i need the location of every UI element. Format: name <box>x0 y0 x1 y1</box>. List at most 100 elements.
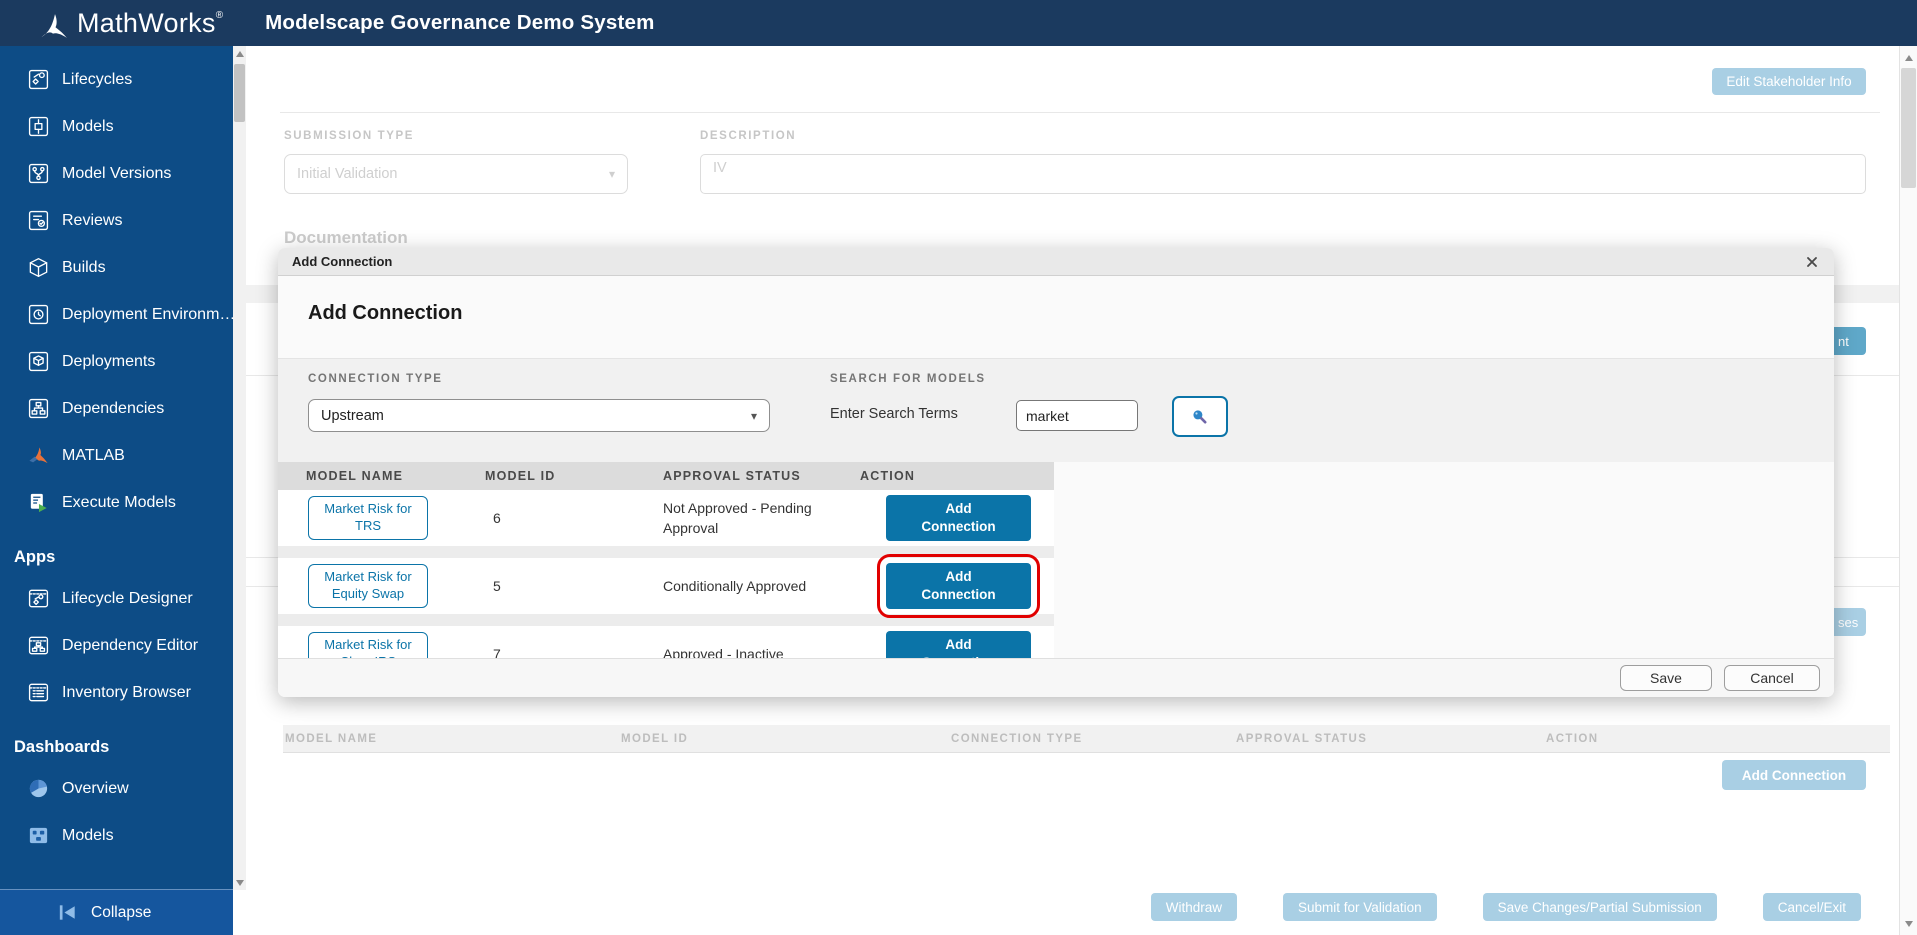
column-header-action: ACTION <box>1546 733 1890 745</box>
model-versions-icon <box>27 162 50 185</box>
releases-button-fragment[interactable]: ses <box>1834 608 1866 636</box>
model-name-button[interactable]: Market Risk for Equity Swap <box>308 564 428 608</box>
sidebar-item-label: Models <box>62 827 114 845</box>
sidebar-item-label: Models <box>62 118 114 136</box>
column-header-model-id: MODEL ID <box>485 469 663 483</box>
add-connection-button[interactable]: Add Connection <box>886 563 1031 609</box>
column-header-action: ACTION <box>860 469 1082 483</box>
sidebar-section-apps: Apps <box>0 526 233 575</box>
sidebar-item-builds[interactable]: Builds <box>0 244 233 291</box>
sidebar-item-lifecycle-designer[interactable]: Lifecycle Designer <box>0 575 233 622</box>
add-connection-dialog: Add Connection Add Connection CONNECTION… <box>278 248 1834 697</box>
sidebar-scrollbar[interactable] <box>233 46 246 890</box>
dialog-title: Add Connection <box>292 254 392 269</box>
sidebar-item-model-versions[interactable]: Model Versions <box>0 150 233 197</box>
submission-type-label: SUBMISSION TYPE <box>284 130 414 142</box>
sidebar-section-dashboards: Dashboards <box>0 716 233 765</box>
sidebar-item-dependency-editor[interactable]: Dependency Editor <box>0 622 233 669</box>
reviews-icon <box>27 209 50 232</box>
builds-icon <box>27 256 50 279</box>
overview-dashboard-icon <box>27 777 50 800</box>
submission-type-value: Initial Validation <box>297 166 398 182</box>
submission-type-select[interactable]: Initial Validation ▾ <box>284 154 628 194</box>
screen: MathWorks ® Modelscape Governance Demo S… <box>0 0 1917 935</box>
approval-status-cell: Not Approved - Pending Approval <box>663 498 845 539</box>
sidebar-item-dependencies[interactable]: Dependencies <box>0 385 233 432</box>
dialog-body: Add Connection CONNECTION TYPE Upstream … <box>278 276 1834 697</box>
column-header-model-name: MODEL NAME <box>306 469 485 483</box>
deployments-icon <box>27 350 50 373</box>
sidebar-item-overview[interactable]: Overview <box>0 765 233 812</box>
connection-type-select[interactable]: Upstream ▾ <box>308 399 770 432</box>
sidebar-item-label: Dependencies <box>62 400 164 418</box>
column-header-connection-type: CONNECTION TYPE <box>951 733 1236 745</box>
sidebar-item-label: Reviews <box>62 212 122 230</box>
search-input[interactable] <box>1016 400 1138 431</box>
content-scrollbar[interactable] <box>1899 46 1917 935</box>
sidebar-item-matlab[interactable]: MATLAB <box>0 432 233 479</box>
sidebar-item-label: Builds <box>62 259 106 277</box>
scroll-up-icon[interactable] <box>233 46 246 61</box>
scroll-up-icon[interactable] <box>1900 50 1917 65</box>
cancel-exit-button[interactable]: Cancel/Exit <box>1763 893 1861 921</box>
sidebar-item-label: MATLAB <box>62 447 125 465</box>
table-row-market-risk-for-trs: Market Risk for TRS6Not Approved - Pendi… <box>278 490 1054 546</box>
sidebar-item-label: Dependency Editor <box>62 637 198 655</box>
sidebar-item-lifecycles[interactable]: Lifecycles <box>0 56 233 103</box>
scroll-down-icon[interactable] <box>1900 916 1917 931</box>
description-field[interactable]: IV <box>700 154 1866 194</box>
table-row-market-risk-for-equity-swap: Market Risk for Equity Swap5Conditionall… <box>278 558 1054 614</box>
model-name-button[interactable]: Market Risk for TRS <box>308 496 428 540</box>
deployment-environments-icon <box>27 303 50 326</box>
page-title: Modelscape Governance Demo System <box>265 11 654 35</box>
scroll-down-icon[interactable] <box>233 875 246 890</box>
sidebar-item-label: Deployments <box>62 353 155 371</box>
sidebar-item-models[interactable]: Models <box>0 103 233 150</box>
submit-for-validation-button[interactable]: Submit for Validation <box>1283 893 1437 921</box>
documentation-heading: Documentation <box>284 228 408 248</box>
sidebar-item-execute-models[interactable]: Execute Models <box>0 479 233 526</box>
approval-status-cell: Conditionally Approved <box>663 576 845 596</box>
lifecycle-designer-icon <box>27 587 50 610</box>
sidebar-item-label: Deployment Environm… <box>62 306 235 324</box>
sidebar: Lifecycles Models Model Versions Reviews Bui… <box>0 46 233 935</box>
matlab-icon <box>27 444 50 467</box>
registered-mark: ® <box>216 10 223 21</box>
add-connection-button-disabled[interactable]: Add Connection <box>1722 760 1866 790</box>
sidebar-item-deployment-environm[interactable]: Deployment Environm… <box>0 291 233 338</box>
sidebar-scrollbar-thumb[interactable] <box>234 64 245 122</box>
sidebar-nav: Lifecycles Models Model Versions Reviews Bui… <box>0 46 233 859</box>
column-header-approval-status: APPROVAL STATUS <box>1236 733 1546 745</box>
lifecycles-icon <box>27 68 50 91</box>
add-connection-button[interactable]: Add Connection <box>886 495 1031 541</box>
dialog-titlebar[interactable]: Add Connection <box>278 248 1834 276</box>
edit-stakeholder-info-button[interactable]: Edit Stakeholder Info <box>1712 68 1866 95</box>
cancel-button[interactable]: Cancel <box>1724 665 1820 691</box>
save-button[interactable]: Save <box>1620 665 1712 691</box>
close-icon[interactable] <box>1804 254 1820 270</box>
dialog-footer: Save Cancel <box>278 658 1834 697</box>
membrane-logo-icon <box>37 8 71 38</box>
sidebar-item-inventory-browser[interactable]: Inventory Browser <box>0 669 233 716</box>
search-button[interactable] <box>1172 396 1228 437</box>
document-button-fragment[interactable]: nt <box>1834 327 1866 355</box>
page-footer-actions: Withdraw Submit for Validation Save Change… <box>1151 893 1861 921</box>
chevron-down-icon: ▾ <box>609 167 615 181</box>
dependency-editor-icon <box>27 634 50 657</box>
mathworks-logo[interactable]: MathWorks ® <box>37 8 223 39</box>
description-value: IV <box>713 160 727 176</box>
section-divider <box>280 112 1880 113</box>
save-changes-partial-submission-button[interactable]: Save Changes/Partial Submission <box>1483 893 1717 921</box>
sidebar-collapse-button[interactable]: Collapse <box>0 889 233 935</box>
sidebar-item-label: Execute Models <box>62 494 176 512</box>
sidebar-item-models[interactable]: Models <box>0 812 233 859</box>
collapse-label: Collapse <box>91 904 151 922</box>
withdraw-button[interactable]: Withdraw <box>1151 893 1237 921</box>
brand-name: MathWorks <box>77 8 216 39</box>
connections-table-header: MODEL NAMEMODEL IDCONNECTION TYPEAPPROVA… <box>283 725 1890 753</box>
sidebar-item-reviews[interactable]: Reviews <box>0 197 233 244</box>
content-scrollbar-thumb[interactable] <box>1901 68 1916 188</box>
sidebar-item-label: Inventory Browser <box>62 684 191 702</box>
sidebar-item-deployments[interactable]: Deployments <box>0 338 233 385</box>
highlight-rectangle: Add Connection <box>860 563 1082 609</box>
